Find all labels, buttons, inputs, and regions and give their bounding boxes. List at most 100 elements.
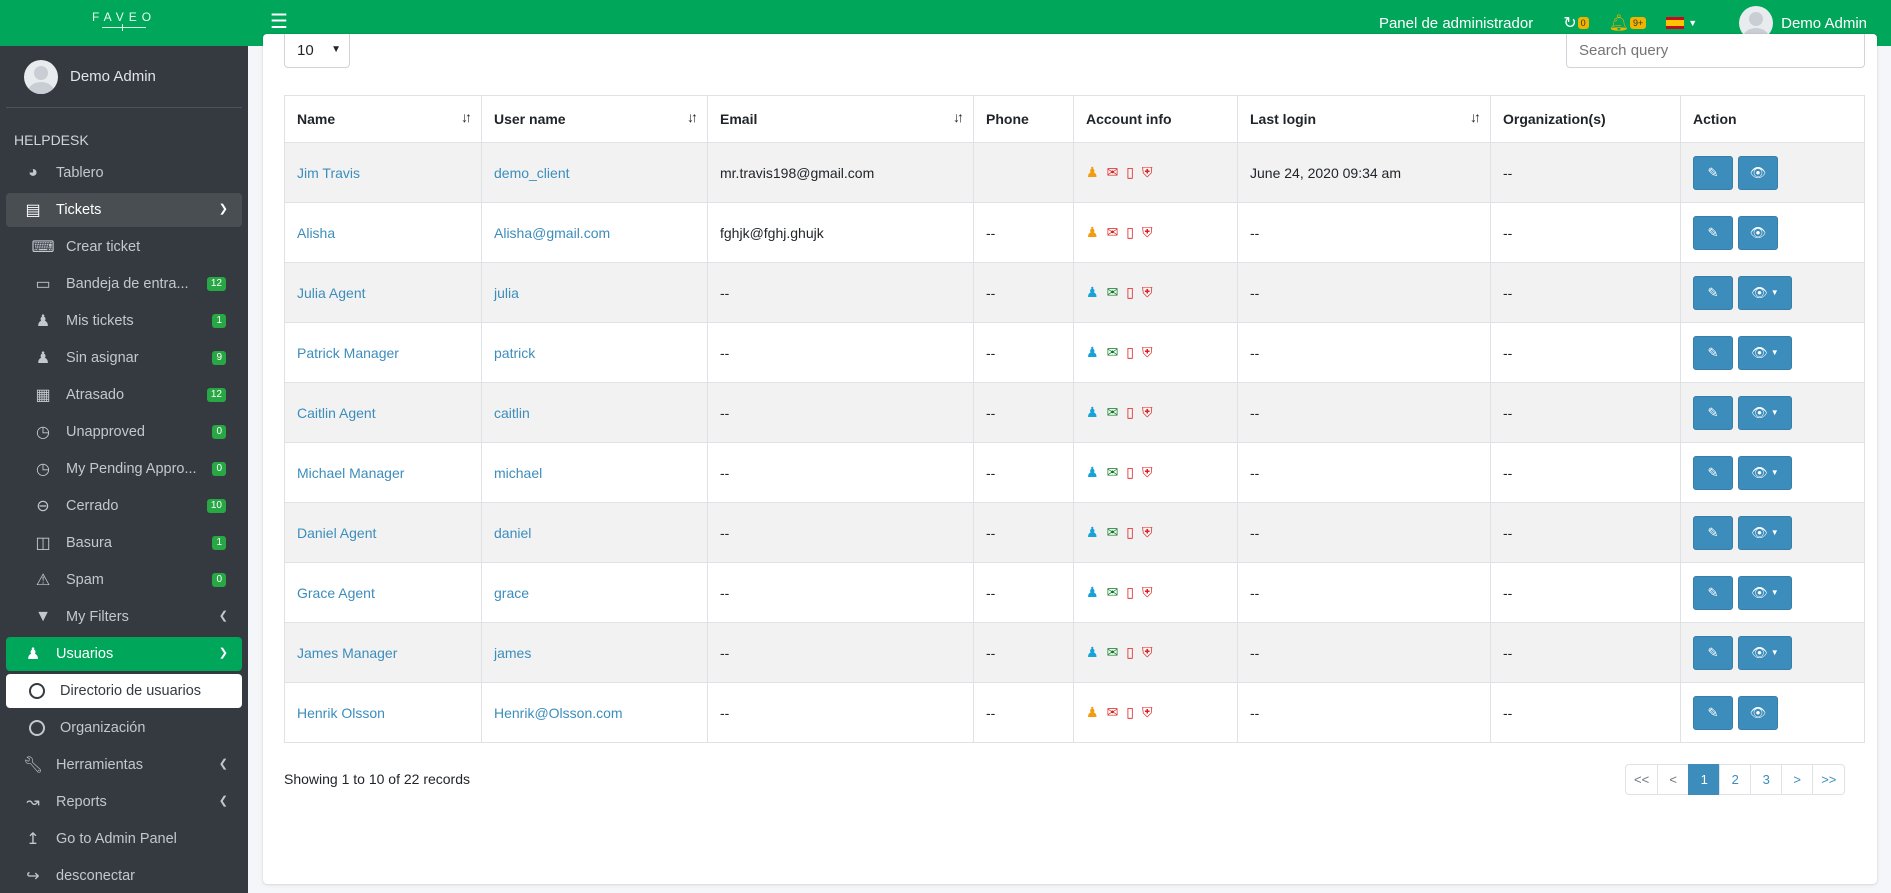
- username-link[interactable]: demo_client: [494, 165, 570, 181]
- view-button[interactable]: 👁︎ ▼: [1738, 275, 1792, 310]
- top-user-name[interactable]: Demo Admin: [1781, 15, 1867, 32]
- sidebar-item-label: My Filters: [66, 609, 129, 625]
- view-button[interactable]: 👁︎ ▼: [1738, 515, 1792, 550]
- edit-button[interactable]: ✎: [1693, 515, 1733, 550]
- sync-button[interactable]: ↻ 0: [1563, 13, 1589, 33]
- user-name-link[interactable]: Daniel Agent: [297, 525, 376, 541]
- eye-icon: 👁︎: [1749, 704, 1767, 720]
- username-link[interactable]: Alisha@gmail.com: [494, 225, 610, 241]
- user-icon: ♟: [1086, 584, 1099, 600]
- page-3-button[interactable]: 3: [1750, 764, 1783, 795]
- view-button[interactable]: 👁︎ ▼: [1738, 455, 1792, 490]
- username-link[interactable]: patrick: [494, 345, 535, 361]
- eye-icon: 👁︎: [1751, 644, 1768, 660]
- sidebar-item-overdue[interactable]: ▦ Atrasado 12: [6, 378, 242, 412]
- view-button[interactable]: 👁︎: [1738, 215, 1778, 250]
- shield-icon: ⛨: [1142, 704, 1153, 720]
- username-link[interactable]: james: [494, 645, 531, 661]
- column-header-last-login[interactable]: Last login ↓↑: [1237, 95, 1491, 143]
- menu-toggle-icon[interactable]: ☰: [270, 12, 288, 32]
- edit-button[interactable]: ✎: [1693, 335, 1733, 370]
- username-link[interactable]: grace: [494, 585, 529, 601]
- eye-icon: 👁︎: [1751, 284, 1768, 300]
- username-link[interactable]: daniel: [494, 525, 531, 541]
- sort-icon[interactable]: ↓↑: [1470, 109, 1481, 125]
- language-selector[interactable]: ▼: [1666, 17, 1697, 29]
- sidebar-item-create-ticket[interactable]: ⌨ Crear ticket: [6, 230, 242, 264]
- username-link[interactable]: caitlin: [494, 405, 530, 421]
- page-1-button[interactable]: 1: [1688, 764, 1721, 795]
- admin-panel-link[interactable]: Panel de administrador: [1379, 15, 1533, 32]
- sidebar-item-dashboard[interactable]: ◕ Tablero: [6, 156, 242, 190]
- page-first-button[interactable]: <<: [1625, 764, 1659, 795]
- view-button[interactable]: 👁︎ ▼: [1738, 635, 1792, 670]
- edit-button[interactable]: ✎: [1693, 275, 1733, 310]
- notifications-button[interactable]: 🔔︎ 9+: [1609, 13, 1647, 33]
- edit-button[interactable]: ✎: [1693, 215, 1733, 250]
- sidebar-item-tickets[interactable]: ▤ Tickets ❯: [6, 193, 242, 227]
- sidebar-item-admin-panel[interactable]: ↥ Go to Admin Panel: [6, 822, 242, 856]
- view-button[interactable]: 👁︎ ▼: [1738, 395, 1792, 430]
- cell-phone: --: [973, 622, 1074, 683]
- edit-button[interactable]: ✎: [1693, 395, 1733, 430]
- sidebar-item-reports[interactable]: ↝ Reports ❮: [6, 785, 242, 819]
- search-input[interactable]: [1566, 34, 1865, 68]
- user-icon: ♟: [1086, 404, 1099, 420]
- user-name-link[interactable]: Grace Agent: [297, 585, 375, 601]
- user-name-link[interactable]: Henrik Olsson: [297, 705, 385, 721]
- sidebar-item-unapproved[interactable]: ◷ Unapproved 0: [6, 415, 242, 449]
- sidebar-item-users[interactable]: ♟ Usuarios ❯: [6, 637, 242, 671]
- view-button[interactable]: 👁︎ ▼: [1738, 575, 1792, 610]
- caret-down-icon: ▼: [1770, 288, 1779, 297]
- column-header-name[interactable]: Name ↓↑: [284, 95, 482, 143]
- sidebar-item-my-tickets[interactable]: ♟ Mis tickets 1: [6, 304, 242, 338]
- sidebar-item-logout[interactable]: ↪ desconectar: [6, 859, 242, 893]
- column-header-email[interactable]: Email ↓↑: [707, 95, 974, 143]
- edit-button[interactable]: ✎: [1693, 695, 1733, 730]
- edit-button[interactable]: ✎: [1693, 155, 1733, 190]
- caret-down-icon: ▼: [1770, 648, 1779, 657]
- page-2-button[interactable]: 2: [1719, 764, 1752, 795]
- username-link[interactable]: Henrik@Olsson.com: [494, 705, 623, 721]
- column-header-username[interactable]: User name ↓↑: [481, 95, 708, 143]
- user-name-link[interactable]: James Manager: [297, 645, 397, 661]
- user-name-link[interactable]: Patrick Manager: [297, 345, 399, 361]
- page-last-button[interactable]: >>: [1812, 764, 1846, 795]
- edit-button[interactable]: ✎: [1693, 635, 1733, 670]
- user-name-link[interactable]: Julia Agent: [297, 285, 366, 301]
- sidebar-item-organization[interactable]: Organización: [6, 711, 242, 745]
- view-button[interactable]: 👁︎ ▼: [1738, 335, 1792, 370]
- sort-icon[interactable]: ↓↑: [953, 109, 964, 125]
- edit-button[interactable]: ✎: [1693, 455, 1733, 490]
- wrench-icon: 🔧︎: [22, 757, 44, 774]
- sidebar-user-panel[interactable]: Demo Admin: [6, 46, 242, 108]
- cell-username: julia: [481, 262, 708, 323]
- sidebar-item-trash[interactable]: ◫ Basura 1: [6, 526, 242, 560]
- sidebar-item-spam[interactable]: ⚠ Spam 0: [6, 563, 242, 597]
- sidebar-item-tools[interactable]: 🔧︎ Herramientas ❮: [6, 748, 242, 782]
- cell-organizations: --: [1490, 502, 1681, 563]
- brand-logo[interactable]: FAVEO: [0, 0, 248, 46]
- page-next-button[interactable]: >: [1781, 764, 1814, 795]
- cell-phone: --: [973, 202, 1074, 263]
- user-name-link[interactable]: Jim Travis: [297, 165, 360, 181]
- user-name-link[interactable]: Caitlin Agent: [297, 405, 376, 421]
- user-name-link[interactable]: Alisha: [297, 225, 335, 241]
- user-name-link[interactable]: Michael Manager: [297, 465, 404, 481]
- sidebar-item-inbox[interactable]: ▭ Bandeja de entra... 12: [6, 267, 242, 301]
- sidebar-item-unassigned[interactable]: ♟ Sin asignar 9: [6, 341, 242, 375]
- username-link[interactable]: michael: [494, 465, 542, 481]
- sort-icon[interactable]: ↓↑: [461, 109, 472, 125]
- view-button[interactable]: 👁︎: [1738, 155, 1778, 190]
- edit-button[interactable]: ✎: [1693, 575, 1733, 610]
- page-prev-button[interactable]: <: [1657, 764, 1690, 795]
- sidebar-item-pending-approval[interactable]: ◷ My Pending Appro... 0: [6, 452, 242, 486]
- table-row: Julia Agent julia -- -- ♟ ✉ ▯ ⛨ -- -- ✎ 👁︎ ▼: [284, 262, 1865, 323]
- sort-icon[interactable]: ↓↑: [687, 109, 698, 125]
- username-link[interactable]: julia: [494, 285, 519, 301]
- view-button[interactable]: 👁︎: [1738, 695, 1778, 730]
- page-length-select[interactable]: 10 ▼: [284, 34, 350, 68]
- sidebar-item-closed[interactable]: ⊖ Cerrado 10: [6, 489, 242, 523]
- sidebar-item-my-filters[interactable]: ▼ My Filters ❮: [6, 600, 242, 634]
- sidebar-item-user-directory[interactable]: Directorio de usuarios: [6, 674, 242, 708]
